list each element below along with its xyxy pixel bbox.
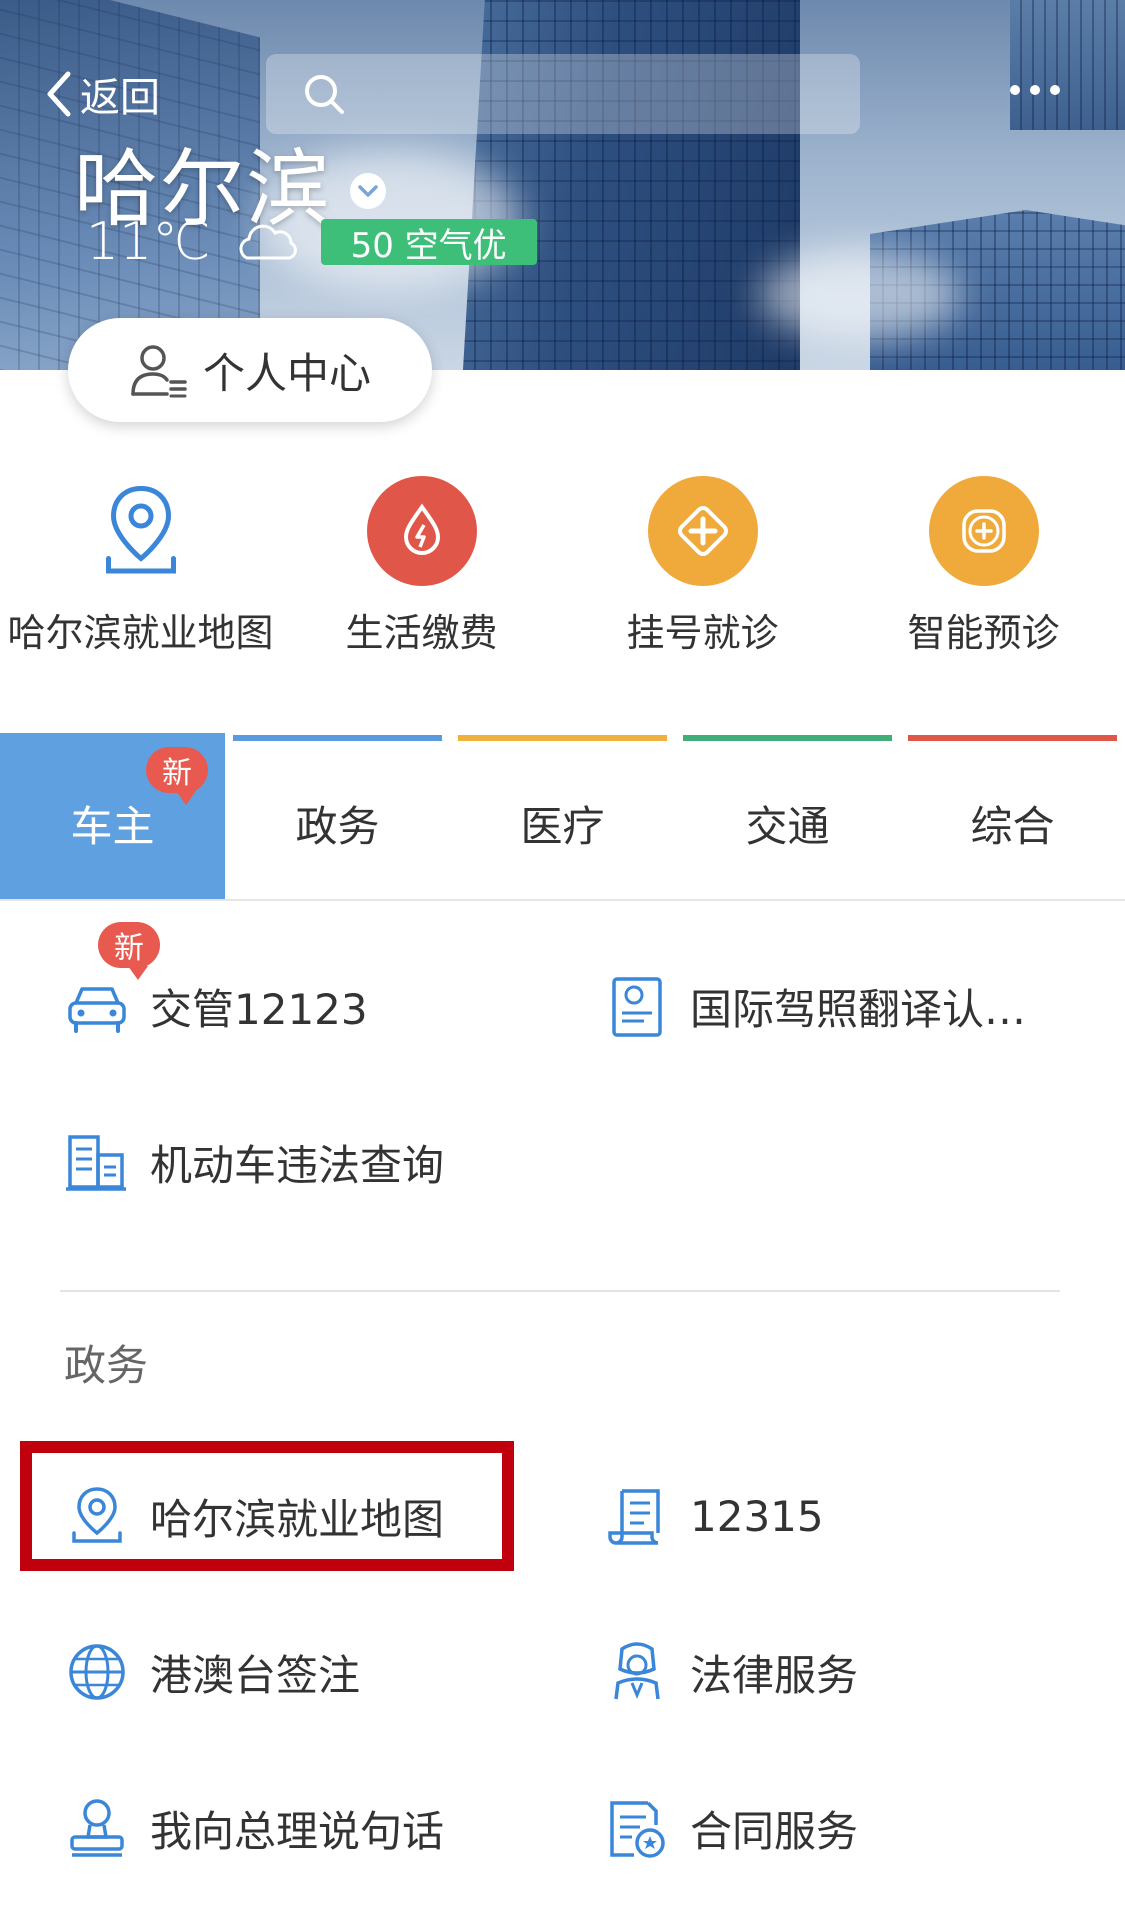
service-message-to-premier[interactable]: 我向总理说句话	[64, 1788, 444, 1868]
weather-info: 11℃ 50 空气优	[86, 212, 537, 272]
quick-links: 哈尔滨就业地图 生活缴费 挂号就诊 智能预诊	[0, 472, 1125, 672]
service-label: 哈尔滨就业地图	[150, 1494, 445, 1544]
personal-center-button[interactable]: 个人中心	[68, 318, 432, 422]
more-dot-icon	[1030, 85, 1040, 95]
service-legal[interactable]: 法律服务	[604, 1632, 858, 1712]
quick-link-label: 挂号就诊	[626, 611, 779, 655]
service-label: 港澳台签注	[150, 1650, 361, 1700]
quick-link-medical-registration[interactable]: 挂号就诊	[562, 472, 843, 662]
section-title-government: 政务	[64, 1341, 149, 1390]
tab-label: 政务	[295, 802, 380, 851]
chevron-left-icon	[47, 71, 71, 117]
contract-icon	[610, 1801, 665, 1858]
service-label: 国际驾照翻译认…	[690, 984, 1027, 1034]
section-divider	[60, 1290, 1060, 1292]
tab-government[interactable]: 政务	[225, 733, 450, 899]
quick-link-utility-payment[interactable]: 生活缴费	[281, 472, 562, 662]
new-badge: 新	[98, 922, 160, 980]
service-label: 机动车违法查询	[150, 1140, 445, 1190]
scroll-icon	[608, 1489, 660, 1545]
more-dot-icon	[1010, 85, 1020, 95]
tab-color-bar	[908, 735, 1117, 741]
service-label: 12315	[690, 1491, 824, 1541]
service-vehicle-violation-query[interactable]: 机动车违法查询	[64, 1122, 444, 1202]
license-document-icon	[612, 977, 662, 1037]
tab-label: 医疗	[520, 802, 605, 851]
tab-label: 综合	[970, 802, 1055, 851]
search-icon	[305, 75, 344, 114]
more-options-button[interactable]	[1010, 76, 1074, 104]
judge-icon	[614, 1642, 660, 1700]
personal-center-label: 个人中心	[202, 348, 371, 398]
service-label: 法律服务	[690, 1650, 859, 1700]
service-traffic-12123[interactable]: 交管12123	[64, 966, 368, 1046]
quick-link-label: 生活缴费	[345, 611, 498, 655]
more-dot-icon	[1050, 85, 1060, 95]
tab-color-bar	[683, 735, 892, 741]
service-employment-map[interactable]: 哈尔滨就业地图	[64, 1476, 444, 1556]
service-hk-macau-taiwan-visa[interactable]: 港澳台签注	[64, 1632, 360, 1712]
tab-medical[interactable]: 医疗	[450, 733, 675, 899]
air-quality-badge: 50 空气优	[320, 219, 537, 266]
tab-car-owner[interactable]: 车主 新	[0, 733, 225, 899]
background-building-far	[1010, 0, 1125, 130]
location-pin-icon	[86, 476, 196, 586]
sky-cloud	[760, 250, 960, 340]
car-icon	[68, 987, 126, 1033]
service-label: 我向总理说句话	[150, 1806, 445, 1856]
building-records-icon	[66, 1135, 126, 1191]
cloudy-weather-icon	[239, 224, 297, 260]
back-label: 返回	[80, 75, 160, 121]
new-badge: 新	[146, 747, 208, 805]
quick-link-employment-map[interactable]: 哈尔滨就业地图	[0, 472, 281, 662]
smart-diagnosis-icon	[928, 476, 1039, 586]
user-profile-icon	[131, 345, 187, 398]
tab-color-bar	[233, 735, 442, 741]
tab-transport[interactable]: 交通	[675, 733, 900, 899]
header-banner: 返回 哈尔滨 11℃ 50 空气优	[0, 0, 1125, 370]
tab-label: 交通	[745, 802, 830, 851]
service-12315[interactable]: 12315	[604, 1476, 824, 1556]
quick-link-label: 智能预诊	[907, 611, 1060, 655]
tab-color-bar	[458, 735, 667, 741]
stamp-icon	[70, 1799, 124, 1857]
back-button[interactable]: 返回	[44, 66, 160, 122]
quick-link-label: 哈尔滨就业地图	[7, 611, 274, 655]
city-dropdown-button[interactable]	[350, 172, 387, 209]
chevron-down-icon	[358, 184, 378, 197]
medical-registration-icon	[647, 476, 758, 586]
quick-link-smart-diagnosis[interactable]: 智能预诊	[843, 472, 1124, 662]
service-international-license[interactable]: 国际驾照翻译认…	[604, 966, 1026, 1046]
category-tabs: 车主 新 政务 医疗 交通 综合	[0, 733, 1125, 901]
tab-comprehensive[interactable]: 综合	[900, 733, 1125, 899]
service-contract[interactable]: 合同服务	[604, 1788, 858, 1868]
service-label: 交管12123	[150, 984, 368, 1034]
globe-icon	[69, 1644, 125, 1700]
service-label: 合同服务	[690, 1806, 859, 1856]
temperature: 11℃	[86, 212, 211, 272]
location-pin-icon	[72, 1487, 122, 1543]
utility-payment-icon	[366, 476, 477, 586]
